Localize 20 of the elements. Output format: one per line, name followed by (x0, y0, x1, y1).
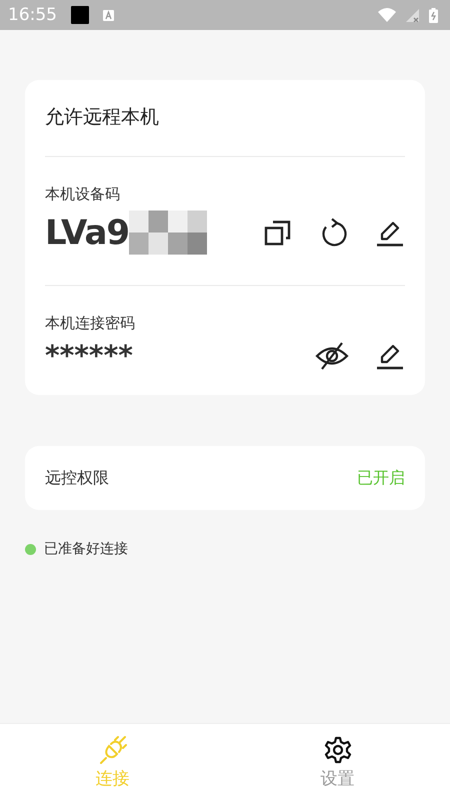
status-text: 已准备好连接 (44, 540, 128, 558)
permission-label: 远控权限 (45, 468, 109, 488)
plug-icon (98, 734, 128, 764)
remote-permission-row[interactable]: 远控权限 已开启 (25, 446, 425, 510)
password-label: 本机连接密码 (45, 314, 136, 333)
device-code: LVa9 (45, 212, 130, 254)
card-title: 允许远程本机 (45, 105, 160, 130)
wifi-icon (378, 8, 396, 22)
eye-off-icon[interactable] (315, 341, 349, 371)
battery-icon (429, 8, 438, 22)
permission-status: 已开启 (357, 468, 405, 488)
settings-icon (322, 734, 352, 764)
signal-icon (406, 8, 419, 22)
keyboard-notification-icon (103, 10, 114, 20)
nav-tab[interactable]: 连接 (0, 724, 225, 800)
nav-tab[interactable]: 设置 (225, 724, 450, 800)
status-time: 16:55 (8, 5, 57, 25)
password-text: ****** (45, 339, 133, 373)
app-notification-icon (71, 6, 89, 24)
device-code-label: 本机设备码 (45, 185, 121, 204)
